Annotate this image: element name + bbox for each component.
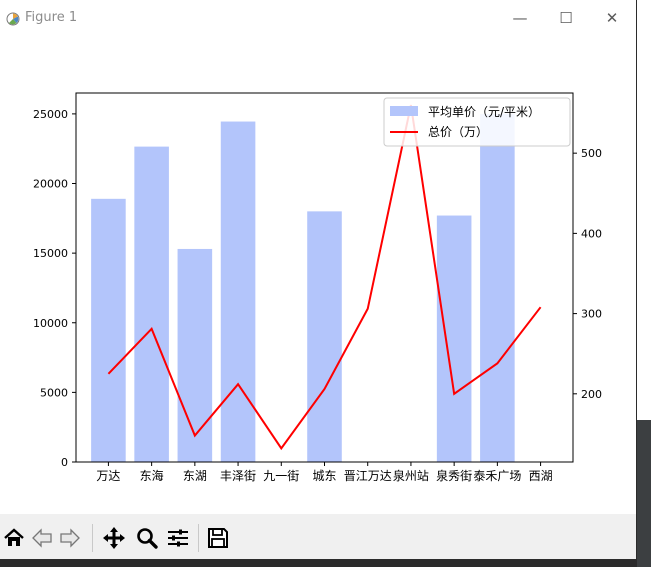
y-left-tick-label: 25000	[33, 108, 68, 121]
sliders-icon	[168, 529, 188, 547]
legend-label: 总价（万）	[428, 125, 488, 139]
configure-subplots-button[interactable]	[165, 525, 191, 551]
navigation-toolbar	[0, 514, 636, 559]
figure-canvas[interactable]: 0 5000 10000 15000 20000 25000 200 300 400 500 万达 东…	[0, 34, 636, 514]
x-tick-label: 万达	[96, 469, 120, 483]
y-left-tick-label: 20000	[33, 178, 68, 191]
y-left-tick-label: 15000	[33, 247, 68, 260]
close-button[interactable]: ✕	[592, 6, 632, 30]
close-icon: ✕	[605, 9, 619, 27]
x-tick-label: 城东	[312, 469, 336, 483]
zoom-button[interactable]	[134, 525, 160, 551]
x-tick-label: 东湖	[183, 468, 207, 483]
x-tick-label: 东海	[140, 468, 164, 483]
title-bar: Figure 1 — ☐ ✕	[0, 0, 636, 34]
toolbar-separator	[198, 524, 199, 552]
legend-label: 平均单价（元/平米）	[428, 105, 540, 119]
back-arrow-icon	[32, 528, 52, 548]
background-window-edge	[637, 0, 651, 567]
x-tick-label: 西湖	[529, 468, 553, 483]
maximize-button[interactable]: ☐	[546, 6, 586, 30]
background-window-panel	[637, 0, 651, 420]
y-left-tick-label: 10000	[33, 317, 68, 330]
y-right-tick-label: 300	[581, 308, 602, 321]
bar	[307, 211, 342, 462]
chart: 0 5000 10000 15000 20000 25000 200 300 400 500 万达 东…	[33, 92, 602, 483]
forward-arrow-icon	[60, 528, 80, 548]
y-right-tick-label: 200	[581, 388, 602, 401]
legend-bar-swatch	[390, 106, 418, 116]
toolbar-separator	[92, 524, 93, 552]
y-left-tick-label: 0	[61, 456, 68, 469]
bar	[220, 121, 256, 462]
save-button[interactable]	[205, 525, 231, 551]
bar	[134, 146, 169, 462]
x-tick-label: 丰泽街	[220, 469, 256, 483]
x-tick-label: 九一街	[263, 469, 299, 483]
pan-button[interactable]	[101, 525, 127, 551]
x-tick-label: 泉州站	[393, 469, 429, 483]
bar	[436, 215, 472, 462]
magnifier-icon	[137, 528, 158, 549]
y-left-tick-label: 5000	[40, 386, 68, 399]
window-title: Figure 1	[25, 10, 78, 25]
maximize-icon: ☐	[559, 9, 573, 27]
x-tick-label: 晋江万达	[344, 469, 392, 483]
home-button[interactable]	[1, 525, 27, 551]
forward-button[interactable]	[57, 525, 83, 551]
bar	[91, 198, 126, 462]
x-tick-label: 泉秀街	[436, 469, 472, 483]
move-icon	[103, 527, 125, 549]
bar	[177, 248, 213, 462]
back-button[interactable]	[29, 525, 55, 551]
matplotlib-logo-icon	[6, 12, 20, 26]
minimize-button[interactable]: —	[500, 6, 540, 30]
figure-window: Figure 1 — ☐ ✕ 0 5000 10000 15000 20000 25000…	[0, 0, 636, 559]
home-icon	[4, 528, 24, 546]
bar	[480, 113, 515, 463]
y-right-tick-label: 500	[581, 147, 602, 160]
floppy-disk-icon	[208, 528, 228, 548]
y-right-tick-label: 400	[581, 227, 602, 240]
x-tick-label: 泰禾广场	[473, 469, 521, 483]
minimize-icon: —	[512, 9, 528, 27]
